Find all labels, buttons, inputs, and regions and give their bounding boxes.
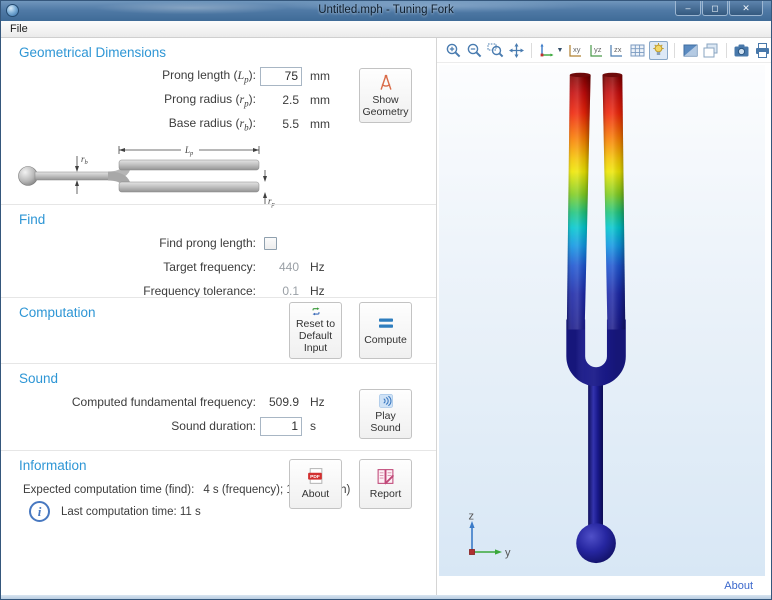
default-view-dropdown-caret[interactable]: ▼ bbox=[557, 47, 564, 54]
svg-text:yz: yz bbox=[594, 45, 602, 54]
svg-text:Lp: Lp bbox=[184, 145, 194, 157]
maximize-button[interactable]: ◻ bbox=[702, 1, 728, 16]
section-find: Find Find prong length: Target frequency… bbox=[1, 204, 436, 298]
menu-file[interactable]: File bbox=[10, 23, 28, 35]
geometry-compass-icon bbox=[380, 74, 391, 90]
section-computation: Computation Reset to Default Input Compu… bbox=[1, 297, 436, 363]
find-prong-length-row: Find prong length: bbox=[1, 231, 436, 255]
play-sound-button[interactable]: Play Sound bbox=[359, 389, 412, 439]
svg-text:rb: rb bbox=[81, 154, 89, 166]
tuning-fork-3d-render bbox=[566, 72, 626, 564]
window-bottom-frame bbox=[1, 595, 771, 599]
about-link[interactable]: About bbox=[724, 580, 753, 592]
image-snapshot-icon[interactable] bbox=[733, 41, 751, 60]
svg-text:PDF: PDF bbox=[310, 475, 320, 481]
prong-length-input[interactable] bbox=[260, 66, 302, 86]
prong-radius-value[interactable]: 2.5 bbox=[260, 93, 302, 107]
transparency-icon[interactable] bbox=[681, 41, 699, 60]
zoom-in-icon[interactable] bbox=[445, 41, 463, 60]
pdf-document-icon: PDF bbox=[308, 468, 323, 485]
graphics-panel: ▼ xy yz zx z y About bbox=[436, 38, 771, 595]
toolbar-separator bbox=[725, 42, 727, 58]
print-icon[interactable] bbox=[753, 41, 771, 60]
compute-button[interactable]: Compute bbox=[359, 302, 412, 359]
reset-to-default-input-button[interactable]: Reset to Default Input bbox=[289, 302, 342, 359]
info-icon: i bbox=[29, 501, 50, 522]
section-title: Geometrical Dimensions bbox=[19, 45, 167, 60]
sound-waves-icon bbox=[378, 394, 393, 408]
toolbar-separator bbox=[674, 42, 676, 58]
zx-view-icon[interactable]: zx bbox=[608, 41, 626, 60]
copy-image-icon[interactable] bbox=[702, 41, 720, 60]
axis-z-label: z bbox=[469, 512, 475, 523]
find-prong-length-checkbox[interactable] bbox=[264, 236, 277, 250]
about-button[interactable]: PDF About bbox=[289, 459, 342, 509]
computed-frequency-value: 509.9 bbox=[268, 395, 299, 409]
frequency-tolerance-value: 0.1 bbox=[282, 284, 299, 298]
zoom-out-icon[interactable] bbox=[466, 41, 484, 60]
report-icon bbox=[377, 469, 394, 485]
compute-equals-icon bbox=[378, 318, 393, 329]
show-geometry-button[interactable]: Show Geometry bbox=[359, 68, 412, 123]
svg-text:zx: zx bbox=[614, 45, 622, 54]
section-information: Information Expected computation time (f… bbox=[1, 450, 436, 561]
section-sound: Sound Computed fundamental frequency: 50… bbox=[1, 363, 436, 450]
scene-light-icon[interactable] bbox=[649, 40, 669, 60]
xy-view-icon[interactable]: xy bbox=[566, 41, 584, 60]
default-3d-view-icon[interactable] bbox=[538, 41, 556, 60]
form-panel: Geometrical Dimensions Prong length (Lp)… bbox=[1, 38, 436, 595]
section-geometrical-dimensions: Geometrical Dimensions Prong length (Lp)… bbox=[1, 38, 436, 208]
menubar: File bbox=[1, 21, 771, 38]
3d-graphics-canvas[interactable]: z y bbox=[439, 65, 765, 576]
section-title: Sound bbox=[19, 371, 59, 386]
target-frequency-value: 440 bbox=[278, 260, 299, 274]
reset-cycle-icon bbox=[312, 307, 319, 316]
axis-triad: z y bbox=[469, 512, 512, 559]
axis-y-label: y bbox=[505, 547, 511, 559]
show-grid-icon[interactable] bbox=[629, 41, 647, 60]
window-title: Untitled.mph - Tuning Fork bbox=[318, 4, 454, 16]
titlebar[interactable]: Untitled.mph - Tuning Fork – ◻ ✕ bbox=[1, 1, 771, 21]
tuning-fork-schematic: Lp rb rp bbox=[18, 145, 276, 208]
zoom-box-icon[interactable] bbox=[486, 41, 504, 60]
base-radius-value[interactable]: 5.5 bbox=[260, 117, 302, 131]
report-button[interactable]: Report bbox=[359, 459, 412, 509]
close-button[interactable]: ✕ bbox=[729, 1, 763, 16]
toolbar-separator bbox=[530, 42, 532, 58]
minimize-button[interactable]: – bbox=[675, 1, 701, 16]
zoom-extents-icon[interactable] bbox=[507, 41, 525, 60]
graphics-toolbar: ▼ xy yz zx bbox=[437, 38, 771, 63]
sound-duration-input[interactable] bbox=[260, 416, 302, 436]
section-title: Find bbox=[19, 212, 46, 227]
yz-view-icon[interactable]: yz bbox=[587, 41, 605, 60]
about-row: About bbox=[439, 576, 765, 595]
svg-text:xy: xy bbox=[573, 45, 581, 54]
app-window: Untitled.mph - Tuning Fork – ◻ ✕ File Ge… bbox=[0, 0, 772, 600]
target-frequency-row: Target frequency: 440 Hz bbox=[163, 260, 325, 274]
